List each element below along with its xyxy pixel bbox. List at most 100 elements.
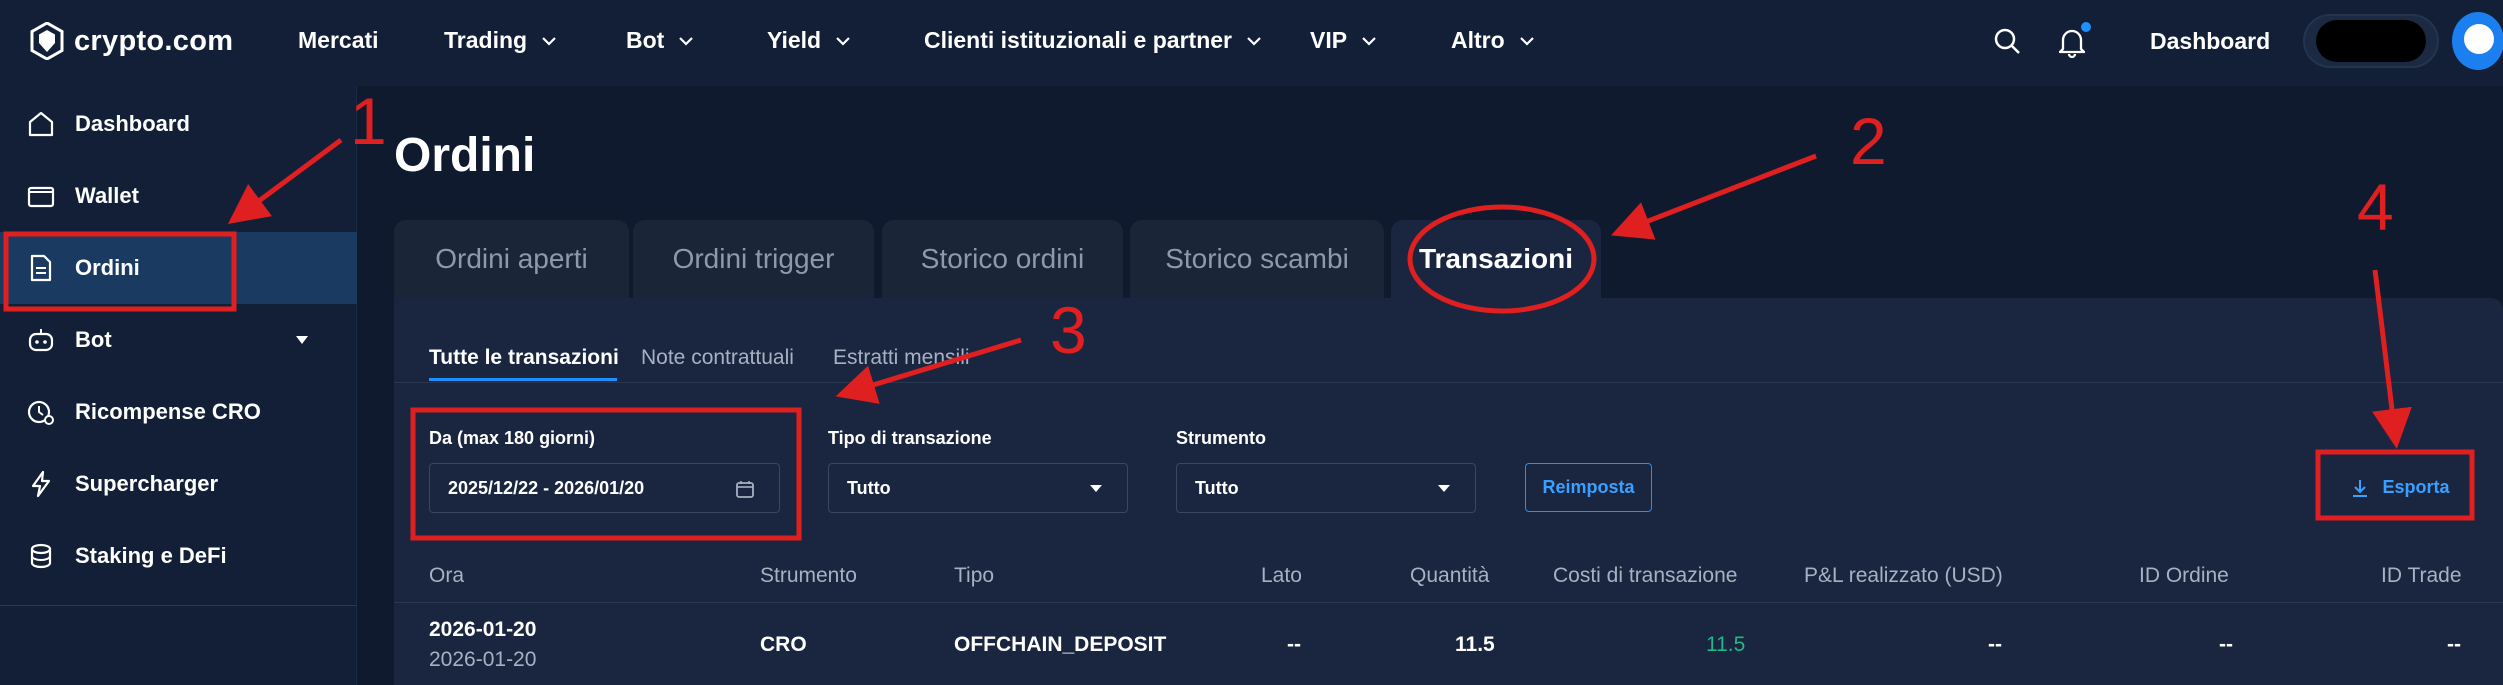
- sidebar-item-dashboard[interactable]: Dashboard: [0, 88, 357, 160]
- tab-ordini-trigger[interactable]: Ordini trigger: [633, 220, 874, 298]
- avatar[interactable]: [2452, 12, 2503, 70]
- transaction-type-value: Tutto: [847, 477, 891, 498]
- home-icon: [28, 111, 54, 137]
- tab-storico-scambi[interactable]: Storico scambi: [1130, 220, 1384, 298]
- caret-down-icon: [1438, 485, 1450, 492]
- nav-item-clienti-istituzionali[interactable]: Clienti istituzionali e partner: [924, 27, 1262, 54]
- crypto-logo-icon: [30, 22, 64, 60]
- instrument-value: Tutto: [1195, 477, 1239, 498]
- sidebar-item-ricompense-cro[interactable]: Ricompense CRO: [0, 376, 357, 448]
- column-header-strumento[interactable]: Strumento: [760, 564, 857, 588]
- cell-type: OFFCHAIN_DEPOSIT: [954, 633, 1167, 656]
- cell-instrument: CRO: [760, 633, 807, 656]
- annotation-arrow-2: [1611, 153, 1817, 240]
- sidebar-item-supercharger[interactable]: Supercharger: [0, 448, 357, 520]
- rewards-icon: [27, 400, 54, 425]
- column-header-quantita[interactable]: Quantità: [1410, 564, 1489, 588]
- cell-order-id: --: [2219, 633, 2233, 656]
- chevron-down-icon: [836, 36, 850, 46]
- brand-logo[interactable]: crypto.com: [30, 22, 233, 60]
- column-header-tipo[interactable]: Tipo: [954, 564, 994, 588]
- nav-label: Altro: [1451, 27, 1505, 53]
- sidebar-item-label: Staking e DeFi: [75, 543, 227, 568]
- brand-name: crypto.com: [74, 24, 234, 57]
- sidebar-divider: [0, 605, 357, 606]
- sidebar-item-label: Ordini: [75, 255, 140, 280]
- robot-icon: [28, 329, 54, 352]
- chevron-down-icon: [1247, 36, 1261, 46]
- sidebar-item-label: Wallet: [75, 183, 139, 208]
- cell-time-secondary: 2026-01-20: [429, 648, 537, 671]
- instrument-label: Strumento: [1176, 428, 1266, 448]
- redacted-username: [2316, 20, 2426, 62]
- sidebar-item-bot[interactable]: Bot: [0, 304, 357, 376]
- calendar-icon: [736, 481, 754, 498]
- chevron-down-icon: [679, 36, 694, 46]
- notification-badge: [2081, 22, 2091, 32]
- nav-item-vip[interactable]: VIP: [1310, 27, 1377, 54]
- date-range-value: 2025/12/22 - 2026/01/20: [448, 477, 645, 498]
- download-icon: [2353, 479, 2368, 497]
- subtab-tutte-le-transazioni[interactable]: Tutte le transazioni: [429, 346, 619, 370]
- subtab-note-contrattuali[interactable]: Note contrattuali: [641, 346, 794, 370]
- wallet-icon: [27, 186, 55, 208]
- nav-item-bot[interactable]: Bot: [626, 27, 694, 54]
- cell-trade-id: --: [2447, 633, 2461, 656]
- active-subtab-indicator: [429, 378, 617, 381]
- date-range-label: Da (max 180 giorni): [429, 428, 596, 448]
- nav-item-altro[interactable]: Altro: [1451, 27, 1535, 54]
- sidebar: Dashboard Wallet Ordini Bot Ricompense C…: [0, 86, 357, 685]
- cell-side: --: [1287, 633, 1301, 656]
- tab-transazioni[interactable]: Transazioni: [1391, 220, 1601, 298]
- dashboard-link[interactable]: Dashboard: [2150, 28, 2270, 55]
- sidebar-item-wallet[interactable]: Wallet: [0, 160, 357, 232]
- sidebar-item-ordini[interactable]: Ordini: [0, 232, 357, 304]
- export-button[interactable]: Esporta: [2330, 463, 2470, 512]
- lightning-icon: [31, 470, 51, 498]
- cell-quantity: 11.5: [1455, 633, 1495, 656]
- nav-label: Yield: [767, 27, 822, 53]
- column-header-costi[interactable]: Costi di transazione: [1553, 564, 1737, 588]
- search-icon[interactable]: [1992, 26, 2022, 58]
- transaction-type-label: Tipo di transazione: [828, 428, 992, 448]
- cell-fee: 11.5: [1706, 633, 1746, 656]
- column-header-id-trade[interactable]: ID Trade: [2381, 564, 2462, 588]
- document-icon: [30, 254, 52, 282]
- header-divider: [394, 602, 2503, 603]
- top-navigation: crypto.com Mercati Trading Bot Yield Cli…: [0, 0, 2503, 86]
- cell-time: 2026-01-20: [429, 618, 537, 641]
- column-header-lato[interactable]: Lato: [1261, 564, 1302, 588]
- chevron-down-icon: [1519, 36, 1534, 46]
- subtab-estratti-mensili[interactable]: Estratti mensili: [833, 346, 970, 370]
- nav-item-trading[interactable]: Trading: [444, 27, 557, 54]
- date-range-picker[interactable]: 2025/12/22 - 2026/01/20: [429, 463, 780, 513]
- nav-label: Clienti istituzionali e partner: [924, 27, 1232, 53]
- chevron-down-icon: [1362, 36, 1376, 46]
- instrument-select[interactable]: Tutto: [1176, 463, 1476, 513]
- annotation-number-2: 2: [1850, 104, 1887, 178]
- nav-label: Mercati: [298, 27, 379, 53]
- column-header-pnl[interactable]: P&L realizzato (USD): [1804, 564, 2003, 588]
- export-label: Esporta: [2382, 477, 2450, 497]
- transaction-type-select[interactable]: Tutto: [828, 463, 1128, 513]
- caret-down-icon: [1090, 485, 1102, 492]
- column-header-id-ordine[interactable]: ID Ordine: [2139, 564, 2229, 588]
- sidebar-item-label: Supercharger: [75, 471, 219, 496]
- nav-label: Bot: [626, 27, 665, 53]
- sidebar-item-label: Dashboard: [75, 111, 190, 136]
- sidebar-item-label: Bot: [75, 327, 112, 352]
- tab-ordini-aperti[interactable]: Ordini aperti: [394, 220, 629, 298]
- coins-icon: [30, 543, 52, 569]
- nav-item-mercati[interactable]: Mercati: [298, 27, 379, 54]
- caret-down-icon[interactable]: [295, 335, 309, 345]
- reset-button[interactable]: Reimposta: [1525, 463, 1652, 512]
- column-header-ora[interactable]: Ora: [429, 564, 464, 588]
- subtab-divider: [394, 382, 2503, 383]
- nav-item-yield[interactable]: Yield: [767, 27, 851, 54]
- tab-storico-ordini[interactable]: Storico ordini: [882, 220, 1123, 298]
- page-title: Ordini: [394, 129, 536, 182]
- sidebar-item-label: Ricompense CRO: [75, 399, 261, 424]
- nav-label: VIP: [1310, 27, 1348, 53]
- nav-label: Trading: [444, 27, 528, 53]
- sidebar-item-staking-defi[interactable]: Staking e DeFi: [0, 520, 357, 592]
